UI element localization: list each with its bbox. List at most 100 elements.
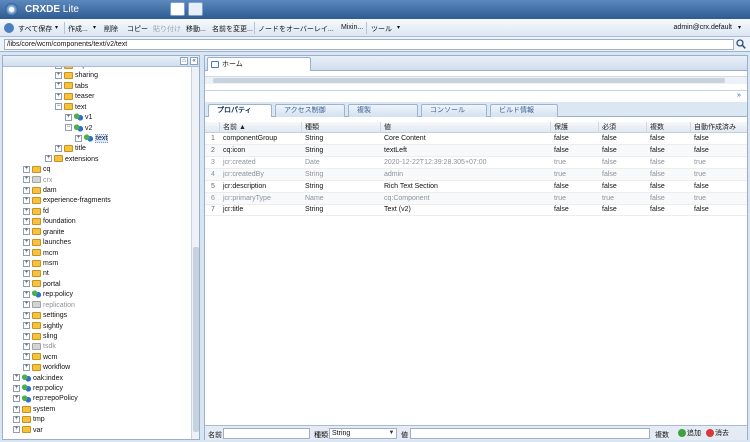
tab-home[interactable]: ホーム — [207, 57, 311, 71]
name-cell[interactable]: jcr:primaryType — [220, 193, 271, 205]
save-all-dropdown-icon[interactable]: ▾ — [55, 24, 58, 31]
tree-node[interactable]: + granite — [23, 228, 64, 238]
tab-console[interactable]: コンソール — [421, 104, 487, 117]
tree-node[interactable]: − text — [55, 103, 86, 113]
tree-node[interactable]: + text — [75, 133, 109, 144]
tree-node[interactable]: + msm — [23, 259, 58, 269]
tree-node[interactable]: + sling — [23, 332, 57, 342]
autocreated-cell[interactable]: false — [691, 145, 709, 157]
value-cell[interactable]: 2020-12-22T12:39:28.305+07:00 — [381, 157, 487, 169]
column-header-name[interactable]: 名前 ▲ — [219, 122, 301, 133]
column-header-protected[interactable]: 保護 — [550, 122, 598, 133]
add-property-button[interactable]: 追加 — [678, 429, 701, 438]
tree-node[interactable]: − v2 — [65, 123, 92, 134]
tree-node[interactable]: + experience-fragments — [23, 196, 111, 206]
expand-node-icon[interactable]: + — [23, 332, 30, 340]
protected-cell[interactable]: true — [551, 169, 566, 181]
name-cell[interactable]: jcr:title — [220, 204, 243, 216]
tools-button[interactable]: ツール — [371, 24, 392, 34]
name-cell[interactable]: jcr:description — [220, 181, 266, 193]
type-cell[interactable]: Date — [302, 157, 320, 169]
value-cell[interactable]: Core Content — [381, 133, 426, 145]
expand-node-icon[interactable]: + — [13, 374, 20, 382]
value-cell[interactable]: admin — [381, 169, 403, 181]
multiple-cell[interactable]: false — [647, 145, 665, 157]
autocreated-cell[interactable]: true — [691, 169, 706, 181]
copy-button[interactable]: コピー — [127, 24, 148, 34]
type-cell[interactable]: String — [302, 181, 323, 193]
expand-node-icon[interactable]: + — [23, 342, 30, 350]
tree-node[interactable]: + wcm — [23, 353, 57, 363]
tree-node[interactable]: + sharing — [55, 71, 98, 81]
tree-home-icon[interactable]: ⌂ — [180, 57, 188, 65]
multiple-cell[interactable]: false — [647, 133, 665, 145]
expand-node-icon[interactable]: + — [13, 384, 20, 392]
expand-node-icon[interactable]: + — [55, 72, 62, 80]
user-menu[interactable]: admin@crx.default — [674, 24, 732, 31]
expand-node-icon[interactable]: + — [13, 395, 20, 403]
expand-node-icon[interactable]: + — [23, 311, 30, 319]
mandatory-cell[interactable]: false — [599, 133, 617, 145]
multiple-cell[interactable]: false — [647, 157, 665, 169]
tree-node[interactable]: + var — [13, 426, 43, 436]
tools-dropdown-icon[interactable]: ▾ — [397, 24, 400, 31]
expand-node-icon[interactable]: + — [23, 301, 30, 309]
remove-property-button[interactable]: 消去 — [706, 429, 729, 438]
expand-node-icon[interactable]: + — [23, 207, 30, 215]
mandatory-cell[interactable]: false — [599, 145, 617, 157]
crxde-mode-button[interactable] — [170, 2, 185, 16]
expand-node-icon[interactable]: + — [23, 176, 30, 184]
tree-node[interactable]: + workflow — [23, 363, 70, 373]
expand-node-icon[interactable]: + — [23, 290, 30, 298]
mandatory-cell[interactable]: false — [599, 181, 617, 193]
tree-node[interactable]: + tabs — [55, 82, 88, 92]
property-value-input[interactable] — [410, 428, 650, 439]
column-header-value[interactable]: 値 — [380, 122, 550, 133]
tab-access-control[interactable]: アクセス制御 — [275, 104, 345, 117]
collapse-node-icon[interactable]: − — [55, 103, 62, 111]
tree-node[interactable]: + foundation — [23, 217, 76, 227]
tree-scrollbar[interactable] — [191, 67, 199, 439]
mixin-button[interactable]: Mixin... — [341, 24, 363, 31]
protected-cell[interactable]: false — [551, 133, 569, 145]
expand-node-icon[interactable]: + — [65, 113, 72, 121]
protected-cell[interactable]: false — [551, 145, 569, 157]
table-row[interactable]: 4 jcr:createdBy String admin true false false t… — [205, 168, 747, 181]
expand-node-icon[interactable]: + — [23, 165, 30, 173]
type-cell[interactable]: Name — [302, 193, 324, 205]
type-cell[interactable]: String — [302, 133, 323, 145]
expand-node-icon[interactable]: + — [23, 363, 30, 371]
rename-button[interactable]: 名前を変更... — [212, 24, 253, 34]
tree-node[interactable]: + rep:policy — [23, 290, 73, 300]
tree-node[interactable]: + launches — [23, 238, 71, 248]
tree-node[interactable]: + tmp — [13, 415, 45, 425]
expand-node-icon[interactable]: + — [23, 270, 30, 278]
mandatory-cell[interactable]: false — [599, 204, 617, 216]
type-cell[interactable]: String — [302, 145, 323, 157]
expand-node-icon[interactable]: + — [55, 67, 62, 69]
mandatory-cell[interactable]: false — [599, 157, 617, 169]
expand-node-icon[interactable]: + — [23, 217, 30, 225]
delete-button[interactable]: 削除 — [104, 24, 118, 34]
expand-node-icon[interactable]: + — [75, 134, 82, 142]
tree-node[interactable]: + extensions — [45, 155, 98, 165]
tree-node[interactable]: + rep:repoPolicy — [13, 394, 78, 404]
tree-node[interactable]: + system — [13, 405, 55, 415]
tree-node[interactable]: + fd — [23, 207, 49, 217]
collapse-properties-icon[interactable]: » — [735, 92, 743, 100]
multiple-cell[interactable]: false — [647, 193, 665, 205]
expand-node-icon[interactable]: + — [23, 249, 30, 257]
tree-node[interactable]: + settings — [23, 311, 67, 321]
mandatory-cell[interactable]: true — [599, 193, 614, 205]
expand-node-icon[interactable]: + — [23, 197, 30, 205]
tree-node[interactable]: + tsdk — [23, 342, 56, 352]
protected-cell[interactable]: false — [551, 204, 569, 216]
save-all-button[interactable]: すべて保存 — [18, 24, 52, 34]
column-header-type[interactable]: 種類 — [301, 122, 380, 133]
name-cell[interactable]: cq:icon — [220, 145, 245, 157]
protected-cell[interactable]: false — [551, 181, 569, 193]
tree-node[interactable]: + separator — [55, 67, 105, 71]
editor-hscrollbar-thumb[interactable] — [213, 78, 725, 83]
tree-node[interactable]: + oak:index — [13, 373, 63, 384]
expand-node-icon[interactable]: + — [23, 238, 30, 246]
